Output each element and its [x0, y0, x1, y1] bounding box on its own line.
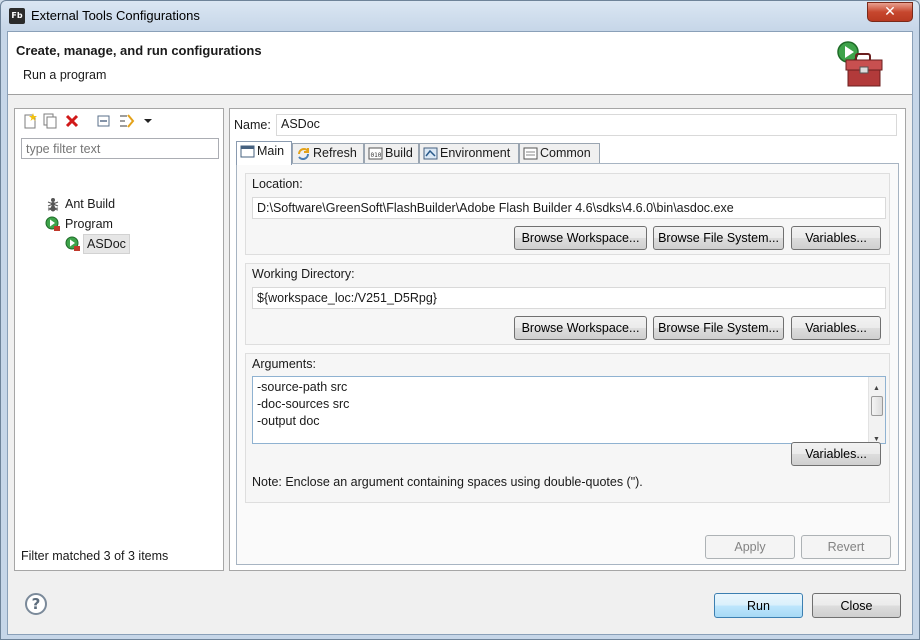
configuration-list-pane: Ant Build Program ASDoc Filter matched 3… [14, 108, 224, 571]
ant-icon [47, 198, 59, 212]
revert-button[interactable]: Revert [801, 535, 891, 559]
argument-line: -doc-sources src [257, 397, 350, 411]
location-browse-workspace-button[interactable]: Browse Workspace... [514, 226, 647, 250]
close-button[interactable]: Close [812, 593, 901, 618]
title-bar[interactable]: Fb External Tools Configurations ✕ [1, 1, 919, 31]
arguments-group: Arguments: -source-path src -doc-sources… [245, 353, 890, 503]
main-tab-icon [240, 145, 255, 158]
tab-refresh[interactable]: Refresh [292, 143, 364, 164]
configuration-editor-pane: Name: ASDoc Main Refresh 010 Build Envir [229, 108, 906, 571]
tab-label: Environment [440, 146, 511, 160]
tab-label: Main [257, 144, 285, 158]
working-directory-browse-workspace-button[interactable]: Browse Workspace... [514, 316, 647, 340]
svg-text:010: 010 [371, 152, 382, 159]
working-directory-field[interactable]: ${workspace_loc:/V251_D5Rpg} [252, 287, 886, 309]
program-config-icon [65, 236, 80, 251]
external-tools-window: Fb External Tools Configurations ✕ Creat… [0, 0, 920, 640]
working-directory-browse-file-system-button[interactable]: Browse File System... [653, 316, 784, 340]
location-variables-button[interactable]: Variables... [791, 226, 881, 250]
tree-item-label: ASDoc [83, 234, 130, 254]
argument-line: -output doc [257, 414, 320, 428]
delete-icon[interactable] [63, 112, 81, 130]
tree-item-label: Program [65, 217, 113, 231]
apply-button[interactable]: Apply [705, 535, 795, 559]
arguments-note: Note: Enclose an argument containing spa… [252, 475, 643, 489]
tab-environment[interactable]: Environment [419, 143, 519, 164]
help-icon[interactable]: ? [25, 593, 47, 615]
arguments-variables-button[interactable]: Variables... [791, 442, 881, 466]
name-label: Name: [234, 118, 271, 132]
location-label: Location: [252, 177, 303, 191]
scroll-thumb[interactable] [871, 396, 883, 416]
build-tab-icon: 010 [368, 147, 383, 160]
arguments-textarea[interactable]: -source-path src -doc-sources src -outpu… [252, 376, 886, 444]
tab-build[interactable]: 010 Build [364, 143, 419, 164]
header-subtitle: Run a program [23, 68, 107, 82]
tab-label: Refresh [313, 146, 357, 160]
main-tab-panel: Location: D:\Software\GreenSoft\FlashBui… [236, 163, 899, 565]
scroll-up-icon[interactable]: ▲ [873, 380, 880, 397]
name-field[interactable]: ASDoc [276, 114, 897, 136]
toolbox-icon [837, 41, 883, 87]
working-directory-group: Working Directory: ${workspace_loc:/V251… [245, 263, 890, 345]
filter-icon[interactable] [117, 112, 135, 130]
run-button[interactable]: Run [714, 593, 803, 618]
location-group: Location: D:\Software\GreenSoft\FlashBui… [245, 173, 890, 255]
tree-item-label: Ant Build [65, 197, 116, 211]
tab-main[interactable]: Main [236, 141, 292, 165]
duplicate-icon[interactable] [41, 112, 59, 130]
tab-label: Common [540, 146, 591, 160]
argument-line: -source-path src [257, 380, 348, 394]
refresh-tab-icon [298, 148, 309, 160]
environment-tab-icon [423, 147, 438, 160]
working-directory-variables-button[interactable]: Variables... [791, 316, 881, 340]
window-title: External Tools Configurations [31, 8, 200, 23]
dialog-header: Create, manage, and run configurations R… [8, 32, 912, 95]
tab-common[interactable]: Common [519, 143, 600, 164]
filter-input[interactable] [21, 138, 219, 159]
location-browse-file-system-button[interactable]: Browse File System... [653, 226, 784, 250]
common-tab-icon [523, 147, 538, 160]
window-close-button[interactable]: ✕ [867, 2, 913, 22]
location-field[interactable]: D:\Software\GreenSoft\FlashBuilder\Adobe… [252, 197, 886, 219]
arguments-label: Arguments: [252, 357, 316, 371]
dropdown-arrow-icon[interactable] [139, 112, 157, 130]
tab-label: Build [385, 146, 413, 160]
flash-builder-icon: Fb [9, 8, 25, 24]
new-configuration-icon[interactable] [21, 112, 39, 130]
program-icon [45, 216, 60, 231]
header-title: Create, manage, and run configurations [16, 43, 262, 58]
working-directory-label: Working Directory: [252, 267, 355, 281]
collapse-all-icon[interactable] [95, 112, 113, 130]
dialog-client-area: Create, manage, and run configurations R… [7, 31, 913, 635]
filter-status: Filter matched 3 of 3 items [21, 549, 169, 563]
arguments-scrollbar[interactable]: ▲ ▼ [868, 377, 885, 443]
